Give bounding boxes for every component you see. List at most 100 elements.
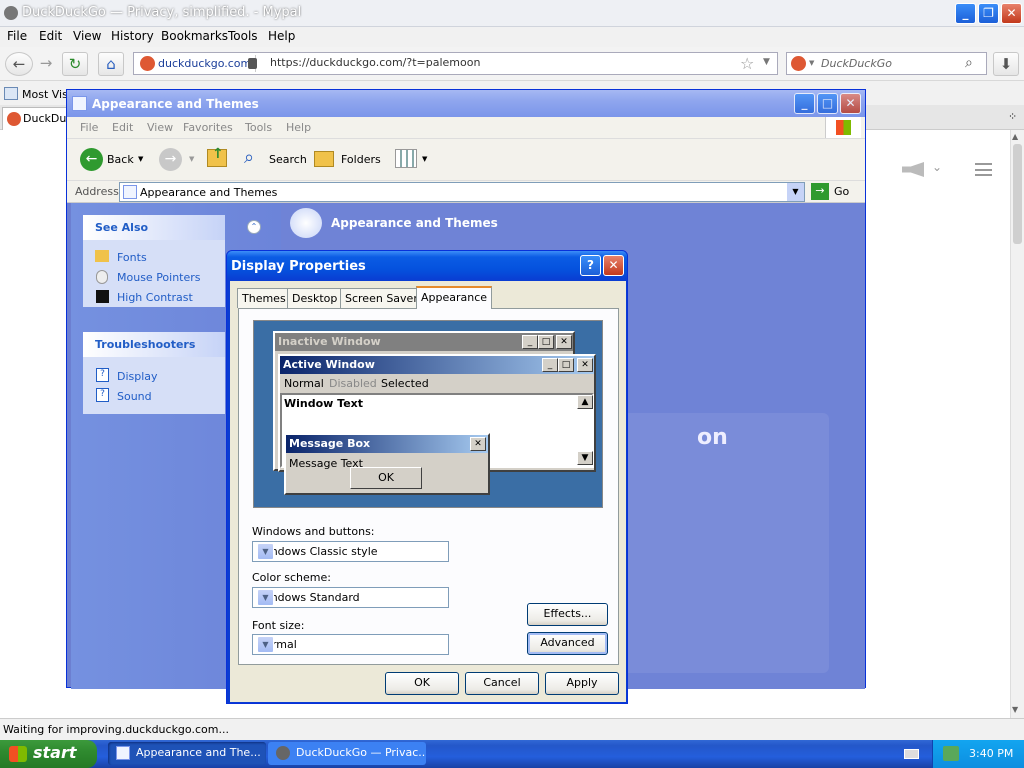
page-scrollbar[interactable]: ▲ ▼: [1010, 130, 1024, 718]
help-button[interactable]: ?: [580, 255, 601, 276]
back-button[interactable]: Back: [107, 153, 134, 166]
advanced-button[interactable]: Advanced: [527, 632, 608, 655]
see-also-high-contrast[interactable]: High Contrast: [117, 291, 193, 304]
taskbar-item-appearance[interactable]: Appearance and The...: [108, 742, 266, 765]
explorer-close-button[interactable]: ✕: [840, 93, 861, 114]
explorer-minimize-button[interactable]: _: [794, 93, 815, 114]
up-folder-icon[interactable]: ↑: [207, 146, 227, 167]
go-button[interactable]: Go: [834, 185, 849, 198]
explorer-menu-view[interactable]: View: [147, 121, 173, 134]
chevron-down-icon[interactable]: ▼: [257, 543, 274, 560]
see-also-mouse-pointers[interactable]: Mouse Pointers: [117, 271, 201, 284]
address-input[interactable]: Appearance and Themes ▼: [119, 182, 805, 202]
maximize-button[interactable]: ❐: [978, 3, 999, 24]
megaphone-icon[interactable]: [902, 162, 924, 177]
back-dropdown-icon[interactable]: ▼: [138, 155, 143, 163]
explorer-menu-file[interactable]: File: [80, 121, 98, 134]
apply-button[interactable]: Apply: [545, 672, 619, 695]
search-bar[interactable]: ▼ DuckDuckGo ⌕: [786, 52, 987, 75]
forward-button-icon[interactable]: →: [159, 148, 182, 171]
chevron-down-icon[interactable]: ▼: [257, 636, 274, 653]
hamburger-menu-icon[interactable]: [975, 163, 992, 176]
menu-file[interactable]: File: [7, 29, 27, 43]
tab-appearance[interactable]: Appearance: [416, 286, 493, 309]
effects-button[interactable]: Effects...: [527, 603, 608, 626]
back-arrow-icon[interactable]: ←: [5, 52, 33, 76]
search-icon[interactable]: ⌕: [965, 55, 973, 71]
reload-icon[interactable]: ↻: [62, 52, 88, 76]
url-text[interactable]: https://duckduckgo.com/?t=palemoon: [270, 56, 480, 69]
start-button[interactable]: start: [0, 740, 97, 768]
collapse-icon[interactable]: ⌃: [247, 220, 261, 234]
start-label: start: [33, 743, 77, 762]
network-icon[interactable]: [943, 746, 959, 761]
forward-dropdown-icon[interactable]: ▼: [189, 155, 194, 163]
ok-button[interactable]: OK: [385, 672, 459, 695]
address-dropdown-icon[interactable]: ▼: [787, 183, 804, 201]
close-icon: ✕: [577, 358, 593, 372]
explorer-menu-help[interactable]: Help: [286, 121, 311, 134]
troubleshooters-title[interactable]: Troubleshooters: [83, 332, 225, 357]
menu-view[interactable]: View: [73, 29, 101, 43]
tab-screen-saver[interactable]: Screen Saver: [340, 288, 423, 308]
troubleshooter-display[interactable]: Display: [117, 370, 158, 383]
search-engine-dropdown-icon[interactable]: ▼: [809, 59, 814, 67]
forward-arrow-icon[interactable]: →: [33, 52, 59, 76]
search-icon[interactable]: ⌕: [244, 147, 254, 168]
url-site-identity[interactable]: duckduckgo.com: [136, 55, 257, 72]
minimize-button[interactable]: _: [955, 3, 976, 24]
windows-flag-icon: [9, 746, 27, 762]
dialog-body: Themes Desktop Screen Saver Inactive Win…: [230, 281, 626, 702]
menu-help[interactable]: Help: [268, 29, 295, 43]
scroll-thumb[interactable]: [1013, 144, 1022, 244]
font-size-select[interactable]: Normal ▼: [252, 634, 449, 655]
browser-navbar: ← → ↻ ⌂ duckduckgo.com https://duckduckg…: [0, 47, 1024, 81]
explorer-task-icon: [116, 746, 130, 760]
go-arrow-icon[interactable]: →: [811, 183, 829, 200]
folders-button[interactable]: Folders: [341, 153, 381, 166]
downloads-icon[interactable]: ⬇: [993, 52, 1019, 76]
tab-desktop[interactable]: Desktop: [287, 288, 343, 308]
scroll-up-icon[interactable]: ▲: [1012, 132, 1018, 141]
windows-buttons-select[interactable]: Windows Classic style ▼: [252, 541, 449, 562]
see-also-title[interactable]: See Also: [83, 215, 225, 240]
tab-duckduckgo[interactable]: DuckDuc: [2, 107, 72, 130]
url-bar[interactable]: duckduckgo.com https://duckduckgo.com/?t…: [133, 52, 778, 75]
tab-themes[interactable]: Themes: [237, 288, 291, 308]
clock[interactable]: 3:40 PM: [969, 747, 1013, 760]
scroll-down-icon[interactable]: ▼: [1012, 705, 1018, 714]
troubleshooter-sound[interactable]: Sound: [117, 390, 152, 403]
see-also-fonts[interactable]: Fonts: [117, 251, 147, 264]
explorer-menu-edit[interactable]: Edit: [112, 121, 133, 134]
menu-bookmarks[interactable]: Bookmarks: [161, 29, 228, 43]
font-size-label: Font size:: [252, 619, 305, 632]
explorer-menu-tools[interactable]: Tools: [245, 121, 272, 134]
menu-edit[interactable]: Edit: [39, 29, 62, 43]
home-icon[interactable]: ⌂: [98, 52, 124, 76]
folders-icon[interactable]: [314, 151, 334, 167]
explorer-maximize-button[interactable]: □: [817, 93, 838, 114]
close-button[interactable]: ✕: [1001, 3, 1022, 24]
explorer-title: Appearance and Themes: [92, 97, 259, 111]
color-scheme-select[interactable]: Windows Standard ▼: [252, 587, 449, 608]
back-button-icon[interactable]: ←: [80, 148, 103, 171]
search-button[interactable]: Search: [269, 153, 307, 166]
cancel-button[interactable]: Cancel: [465, 672, 539, 695]
views-dropdown-icon[interactable]: ▼: [422, 155, 427, 163]
chevron-down-icon[interactable]: ⌄: [932, 160, 942, 174]
explorer-menu-favorites[interactable]: Favorites: [183, 121, 233, 134]
tab-list-icon[interactable]: ⁘: [1008, 110, 1017, 123]
chevron-down-icon[interactable]: ▼: [257, 589, 274, 606]
page-fragment-text: on: [697, 425, 728, 450]
search-engine-icon[interactable]: [791, 56, 806, 71]
taskbar-item-duckduckgo[interactable]: DuckDuckGo — Privac...: [268, 742, 426, 765]
dialog-close-button[interactable]: ✕: [603, 255, 624, 276]
mypal-icon: [4, 6, 18, 20]
bookmark-star-icon[interactable]: ☆: [740, 54, 754, 73]
views-icon[interactable]: [395, 149, 417, 168]
url-dropdown-icon[interactable]: ▼: [763, 57, 770, 67]
menu-tools[interactable]: Tools: [228, 29, 258, 43]
keyboard-icon[interactable]: [904, 749, 919, 759]
menu-history[interactable]: History: [111, 29, 154, 43]
lock-icon: [248, 58, 257, 69]
